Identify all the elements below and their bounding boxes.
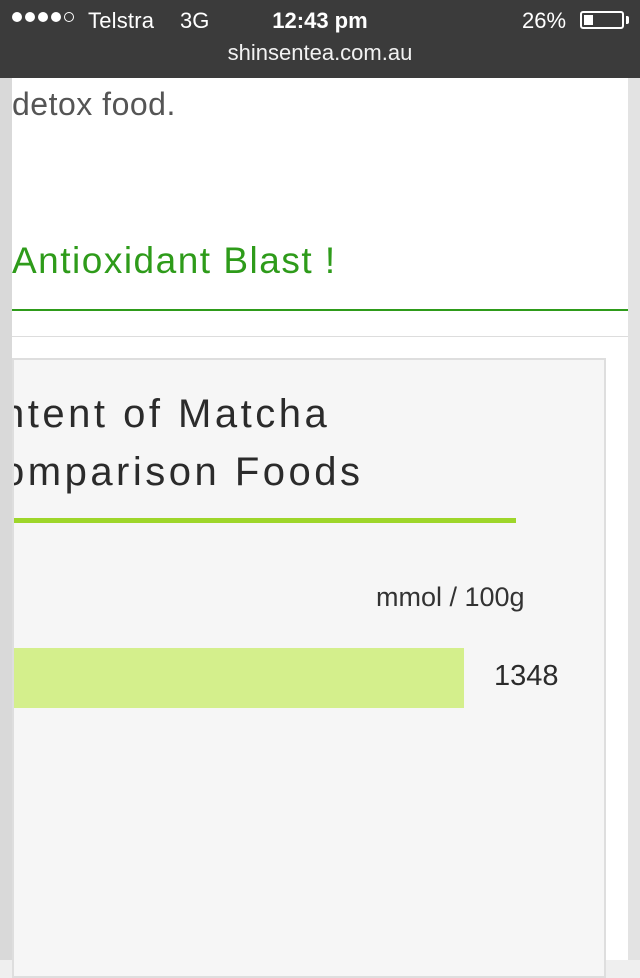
section-heading: Antioxidant Blast ! [12, 240, 337, 281]
chart-bar-value-label: 1348 [494, 660, 559, 692]
right-page-edge [628, 0, 640, 960]
chart-title-line-2: omparison Foods [12, 450, 364, 494]
article-body-text: detox food. [12, 86, 176, 122]
status-bar: Telstra 3G 12:43 pm 26% shinsentea.com.a… [0, 0, 640, 78]
address-bar-url[interactable]: shinsentea.com.au [0, 40, 640, 66]
section-divider [12, 336, 628, 337]
battery-icon [580, 11, 624, 29]
chart-title-underline [14, 518, 516, 523]
left-page-edge [0, 0, 12, 960]
antioxidant-chart: ntent of Matcha omparison Foods mmol / 1… [12, 358, 606, 978]
battery-tip [626, 16, 629, 24]
battery-percent: 26% [522, 8, 567, 33]
battery-level-fill [584, 15, 593, 25]
chart-bar-matcha [14, 648, 464, 708]
heading-divider [12, 309, 628, 311]
chart-title-line-1: ntent of Matcha [12, 392, 331, 436]
chart-unit-label: mmol / 100g [376, 582, 525, 612]
